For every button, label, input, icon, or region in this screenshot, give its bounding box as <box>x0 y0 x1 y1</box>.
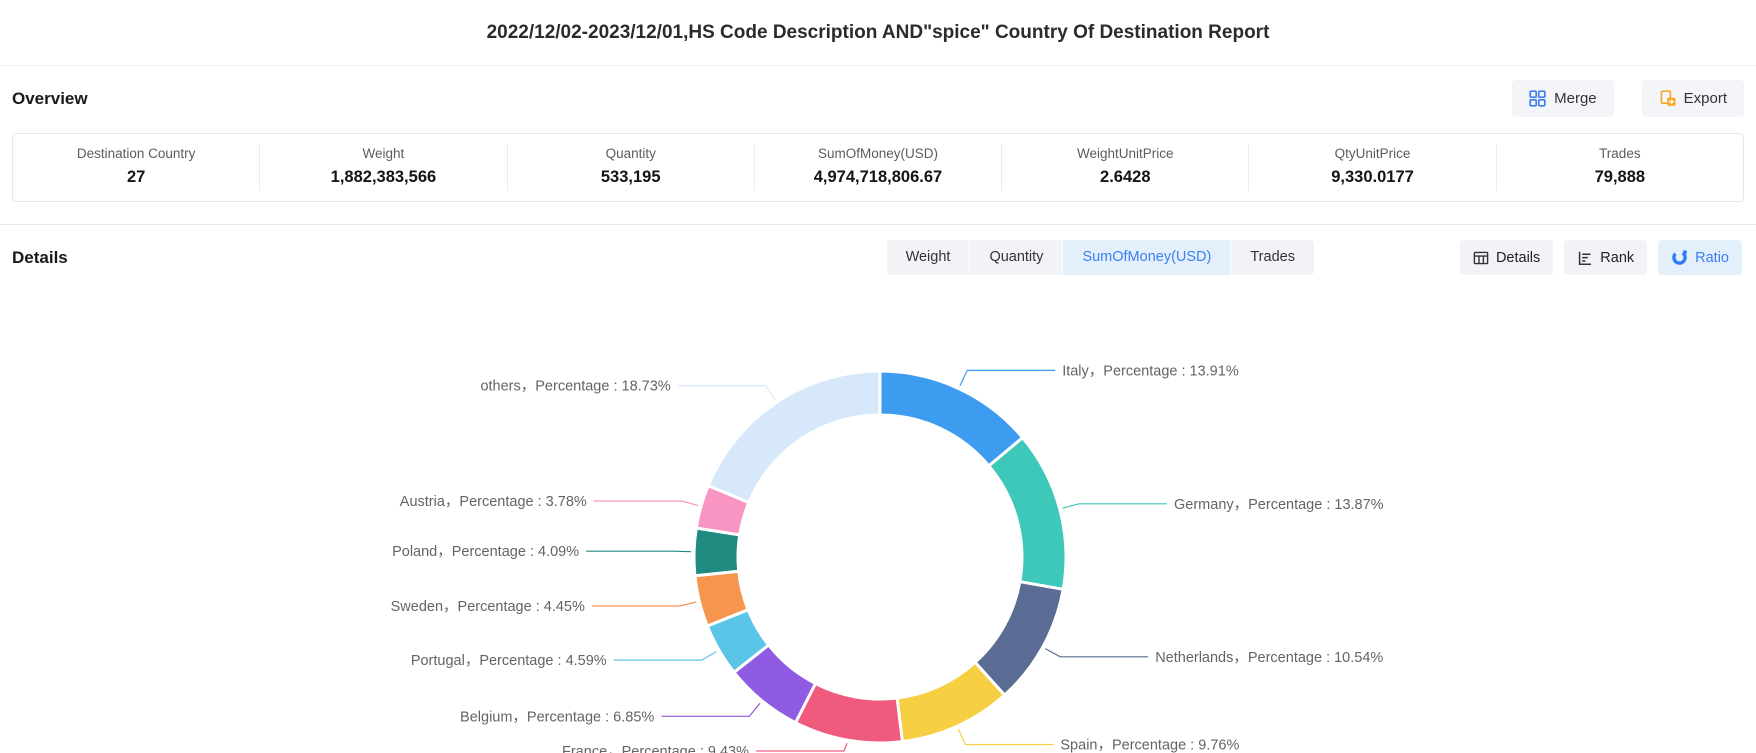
tab-details-view[interactable]: Details <box>1460 240 1553 275</box>
merge-button-label: Merge <box>1554 90 1597 107</box>
pie-label-line-germany <box>1063 504 1167 508</box>
stat-label: Weight <box>260 146 506 161</box>
view-tab-label: Ratio <box>1695 250 1729 266</box>
overview-actions: Merge Export <box>1512 80 1744 117</box>
report-title-bar: 2022/12/02-2023/12/01,HS Code Descriptio… <box>0 0 1756 66</box>
pie-label-line-netherlands <box>1045 649 1148 657</box>
export-button-label: Export <box>1684 90 1727 107</box>
stat-value: 1,882,383,566 <box>260 168 506 187</box>
merge-icon <box>1529 90 1546 107</box>
tab-ratio-view[interactable]: Ratio <box>1658 240 1742 275</box>
export-icon <box>1659 90 1676 107</box>
pie-label-line-poland <box>586 551 691 552</box>
pie-label-others: others，Percentage : 18.73% <box>480 379 670 395</box>
merge-button[interactable]: Merge <box>1512 80 1614 117</box>
stat-value: 533,195 <box>508 168 754 187</box>
pie-label-france: France，Percentage : 9.43% <box>562 744 749 753</box>
stat-qty-unit-price: QtyUnitPrice 9,330.0177 <box>1248 144 1495 191</box>
pie-label-line-france <box>756 743 847 751</box>
details-heading: Details <box>12 248 68 268</box>
stat-quantity: Quantity 533,195 <box>507 144 754 191</box>
pie-label-germany: Germany，Percentage : 13.87% <box>1174 497 1384 513</box>
stat-value: 4,974,718,806.67 <box>755 168 1001 187</box>
pie-label-line-sweden <box>592 602 697 606</box>
stat-weight: Weight 1,882,383,566 <box>259 144 506 191</box>
rank-icon <box>1577 250 1593 266</box>
pie-label-spain: Spain，Percentage : 9.76% <box>1060 738 1239 753</box>
page-title: 2022/12/02-2023/12/01,HS Code Descriptio… <box>487 22 1270 44</box>
stat-label: Quantity <box>508 146 754 161</box>
stat-label: QtyUnitPrice <box>1249 146 1495 161</box>
stat-value: 9,330.0177 <box>1249 168 1495 187</box>
tab-quantity[interactable]: Quantity <box>970 240 1062 275</box>
ratio-icon <box>1671 249 1688 266</box>
stat-value: 79,888 <box>1497 168 1743 187</box>
pie-label-line-portugal <box>614 652 717 661</box>
export-button[interactable]: Export <box>1642 80 1744 117</box>
tab-sum-of-money[interactable]: SumOfMoney(USD) <box>1063 240 1230 275</box>
pie-segment-germany[interactable] <box>989 438 1066 590</box>
stat-value: 2.6428 <box>1002 168 1248 187</box>
stat-value: 27 <box>13 168 259 187</box>
pie-label-line-italy <box>960 370 1055 385</box>
pie-segment-others[interactable] <box>708 371 880 503</box>
pie-label-line-spain <box>958 729 1053 745</box>
donut-chart-svg: Italy，Percentage : 13.91% Germany，Percent… <box>0 289 1756 753</box>
pie-label-line-austria <box>594 501 698 506</box>
tab-weight[interactable]: Weight <box>887 240 970 275</box>
pie-label-line-belgium <box>661 703 760 716</box>
pie-label-belgium: Belgium，Percentage : 6.85% <box>460 709 654 725</box>
details-header: Details Weight Quantity SumOfMoney(USD) … <box>0 225 1756 289</box>
stat-destination-country: Destination Country 27 <box>13 144 259 191</box>
stat-trades: Trades 79,888 <box>1496 144 1743 191</box>
stat-sum-of-money: SumOfMoney(USD) 4,974,718,806.67 <box>754 144 1001 191</box>
overview-header: Overview Merge Export <box>0 66 1756 129</box>
pie-label-austria: Austria，Percentage : 3.78% <box>400 494 587 510</box>
pie-label-poland: Poland，Percentage : 4.09% <box>392 544 579 560</box>
view-tab-group: Details Rank Ratio <box>1460 240 1742 275</box>
ratio-donut-chart: Italy，Percentage : 13.91% Germany，Percent… <box>0 289 1756 753</box>
stat-label: WeightUnitPrice <box>1002 146 1248 161</box>
pie-segment-italy[interactable] <box>880 371 1023 466</box>
stat-label: Trades <box>1497 146 1743 161</box>
overview-heading: Overview <box>12 89 88 109</box>
pie-label-sweden: Sweden，Percentage : 4.45% <box>391 599 585 615</box>
metric-tab-group: Weight Quantity SumOfMoney(USD) Trades <box>887 240 1314 275</box>
overview-stats-bar: Destination Country 27 Weight 1,882,383,… <box>12 133 1744 202</box>
pie-label-netherlands: Netherlands，Percentage : 10.54% <box>1155 650 1383 666</box>
tab-trades[interactable]: Trades <box>1231 240 1314 275</box>
pie-label-line-others <box>678 386 775 400</box>
view-tab-label: Rank <box>1600 250 1634 266</box>
pie-label-portugal: Portugal，Percentage : 4.59% <box>411 653 607 669</box>
view-tab-label: Details <box>1496 250 1540 266</box>
stat-weight-unit-price: WeightUnitPrice 2.6428 <box>1001 144 1248 191</box>
stat-label: Destination Country <box>13 146 259 161</box>
pie-label-italy: Italy，Percentage : 13.91% <box>1062 363 1239 379</box>
table-icon <box>1473 250 1489 266</box>
stat-label: SumOfMoney(USD) <box>755 146 1001 161</box>
tab-rank-view[interactable]: Rank <box>1564 240 1647 275</box>
